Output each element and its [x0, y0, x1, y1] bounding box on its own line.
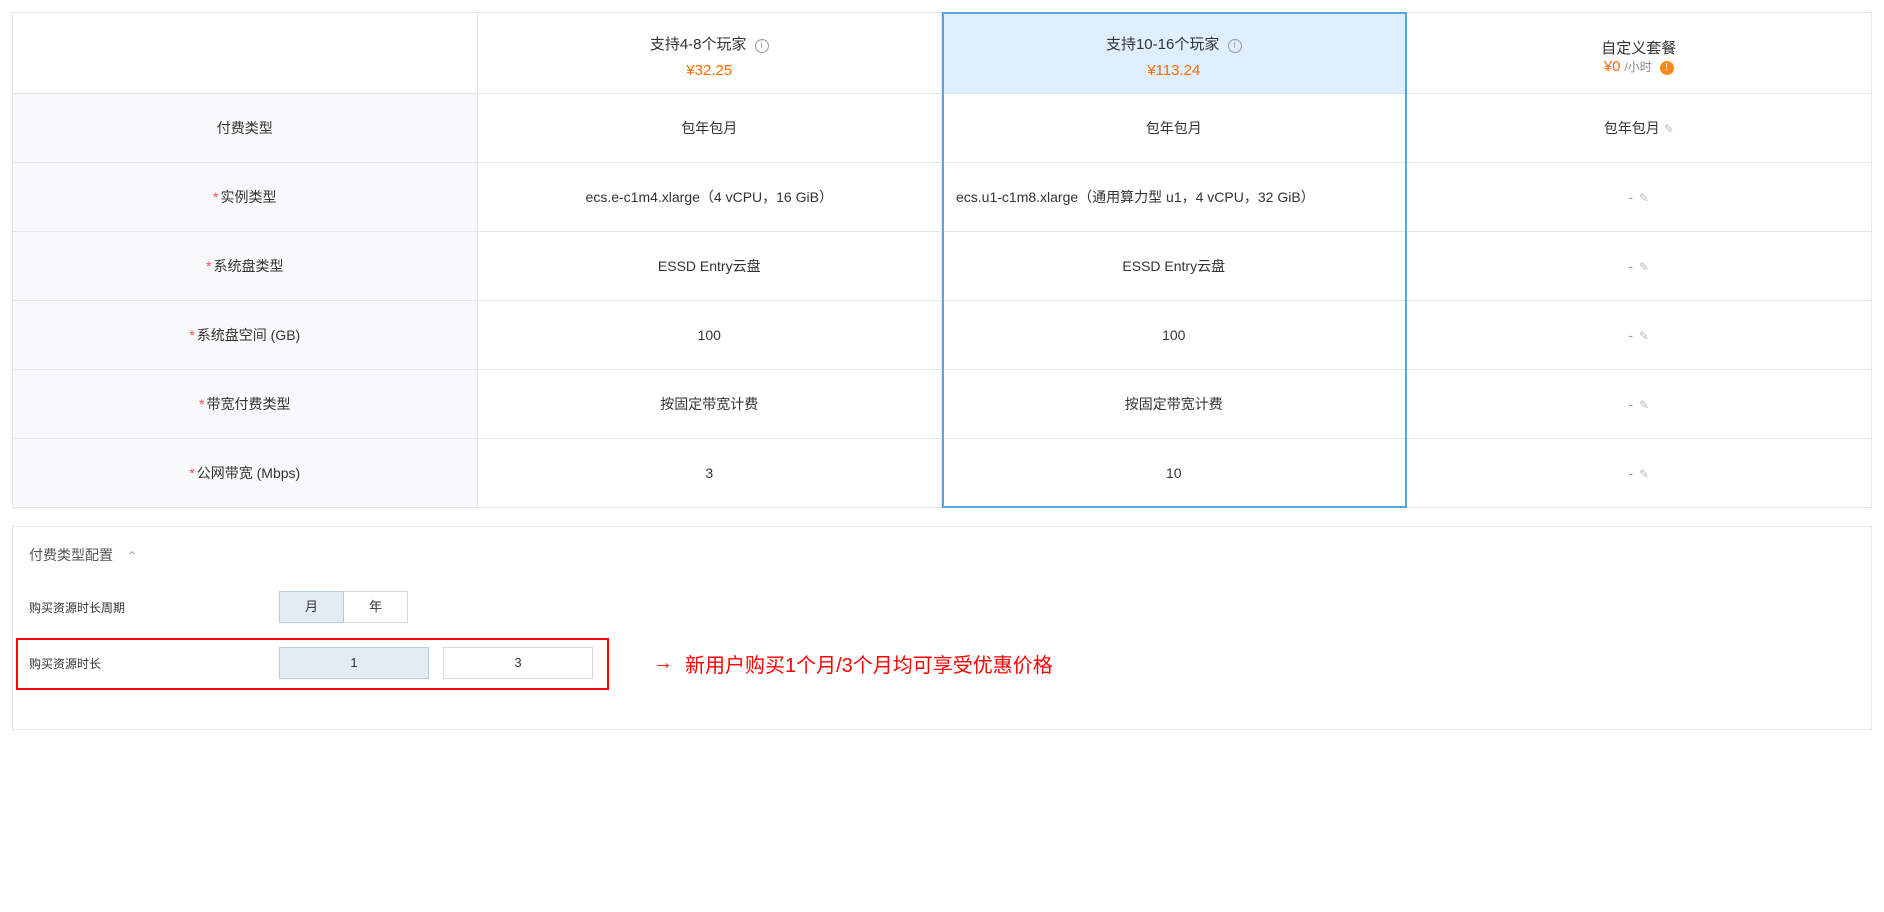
cell-editable[interactable]: 包年包月✎ — [1407, 94, 1872, 163]
period-toggle: 月 年 — [279, 591, 408, 623]
plan-price: ¥113.24 — [956, 62, 1392, 79]
cell: ESSD Entry云盘 — [478, 232, 943, 301]
cell: 包年包月 — [478, 94, 943, 163]
plan-compare-table: 支持4-8个玩家 i ¥32.25 支持10-16个玩家 i ¥113.24 自… — [12, 12, 1872, 508]
pencil-icon: ✎ — [1639, 467, 1649, 481]
period-option-year[interactable]: 年 — [343, 591, 408, 623]
duration-options: 1 3 — [279, 647, 593, 679]
cell: 100 — [942, 301, 1407, 370]
row-label-bwpay: *带宽付费类型 — [13, 370, 478, 439]
plan-header-10-16[interactable]: 支持10-16个玩家 i ¥113.24 — [942, 13, 1407, 94]
pencil-icon: ✎ — [1639, 260, 1649, 274]
cell: ecs.e-c1m4.xlarge（4 vCPU，16 GiB） — [478, 163, 943, 232]
chevron-up-icon: ⌃ — [127, 549, 137, 563]
plan-header-4-8[interactable]: 支持4-8个玩家 i ¥32.25 — [478, 13, 943, 94]
cell: 3 — [478, 439, 943, 507]
row-label-instance: *实例类型 — [13, 163, 478, 232]
pencil-icon: ✎ — [1639, 191, 1649, 205]
plan-header-empty — [13, 13, 478, 94]
info-icon[interactable]: i — [1228, 39, 1242, 53]
cell-editable[interactable]: -✎ — [1407, 439, 1872, 507]
arrow-right-icon: → — [653, 652, 673, 675]
row-label-disksize: *系统盘空间 (GB) — [13, 301, 478, 370]
cell: ESSD Entry云盘 — [942, 232, 1407, 301]
cell: 按固定带宽计费 — [942, 370, 1407, 439]
config-section-header[interactable]: 付费类型配置 ⌃ — [29, 545, 1855, 565]
cell: 包年包月 — [942, 94, 1407, 163]
row-label-paytype: 付费类型 — [13, 94, 478, 163]
cell-editable[interactable]: -✎ — [1407, 301, 1872, 370]
plan-price: ¥0 — [1604, 58, 1621, 75]
annotation: → 新用户购买1个月/3个月均可享受优惠价格 — [653, 649, 1053, 678]
plan-title: 支持4-8个玩家 — [650, 36, 747, 53]
billing-config-section: 付费类型配置 ⌃ 购买资源时长周期 月 年 购买资源时长 1 3 → 新用户购买… — [12, 526, 1872, 730]
plan-price: ¥32.25 — [492, 62, 928, 79]
plan-title: 自定义套餐 — [1601, 40, 1676, 57]
duration-label: 购买资源时长 — [29, 655, 279, 672]
period-option-month[interactable]: 月 — [279, 591, 344, 623]
cell-editable[interactable]: -✎ — [1407, 370, 1872, 439]
duration-row: 购买资源时长 1 3 → 新用户购买1个月/3个月均可享受优惠价格 — [29, 647, 1855, 679]
cell-editable[interactable]: -✎ — [1407, 163, 1872, 232]
cell: ecs.u1-c1m8.xlarge（通用算力型 u1，4 vCPU，32 Gi… — [942, 163, 1407, 232]
row-label-bw: *公网带宽 (Mbps) — [13, 439, 478, 507]
warning-icon[interactable]: ! — [1660, 61, 1674, 75]
plan-header-custom[interactable]: 自定义套餐 ¥0 /小时 ! — [1407, 13, 1872, 94]
cell: 10 — [942, 439, 1407, 507]
plan-price-unit: /小时 — [1624, 60, 1651, 74]
cell-editable[interactable]: -✎ — [1407, 232, 1872, 301]
period-label: 购买资源时长周期 — [29, 599, 279, 616]
row-label-disktype: *系统盘类型 — [13, 232, 478, 301]
period-row: 购买资源时长周期 月 年 — [29, 591, 1855, 623]
pencil-icon: ✎ — [1639, 329, 1649, 343]
cell: 100 — [478, 301, 943, 370]
duration-option-3[interactable]: 3 — [443, 647, 593, 679]
plan-title: 支持10-16个玩家 — [1106, 36, 1219, 53]
duration-option-1[interactable]: 1 — [279, 647, 429, 679]
pencil-icon: ✎ — [1639, 398, 1649, 412]
cell: 按固定带宽计费 — [478, 370, 943, 439]
plan-compare-table-wrap: 支持4-8个玩家 i ¥32.25 支持10-16个玩家 i ¥113.24 自… — [12, 12, 1872, 508]
info-icon[interactable]: i — [755, 39, 769, 53]
pencil-icon: ✎ — [1664, 122, 1674, 136]
